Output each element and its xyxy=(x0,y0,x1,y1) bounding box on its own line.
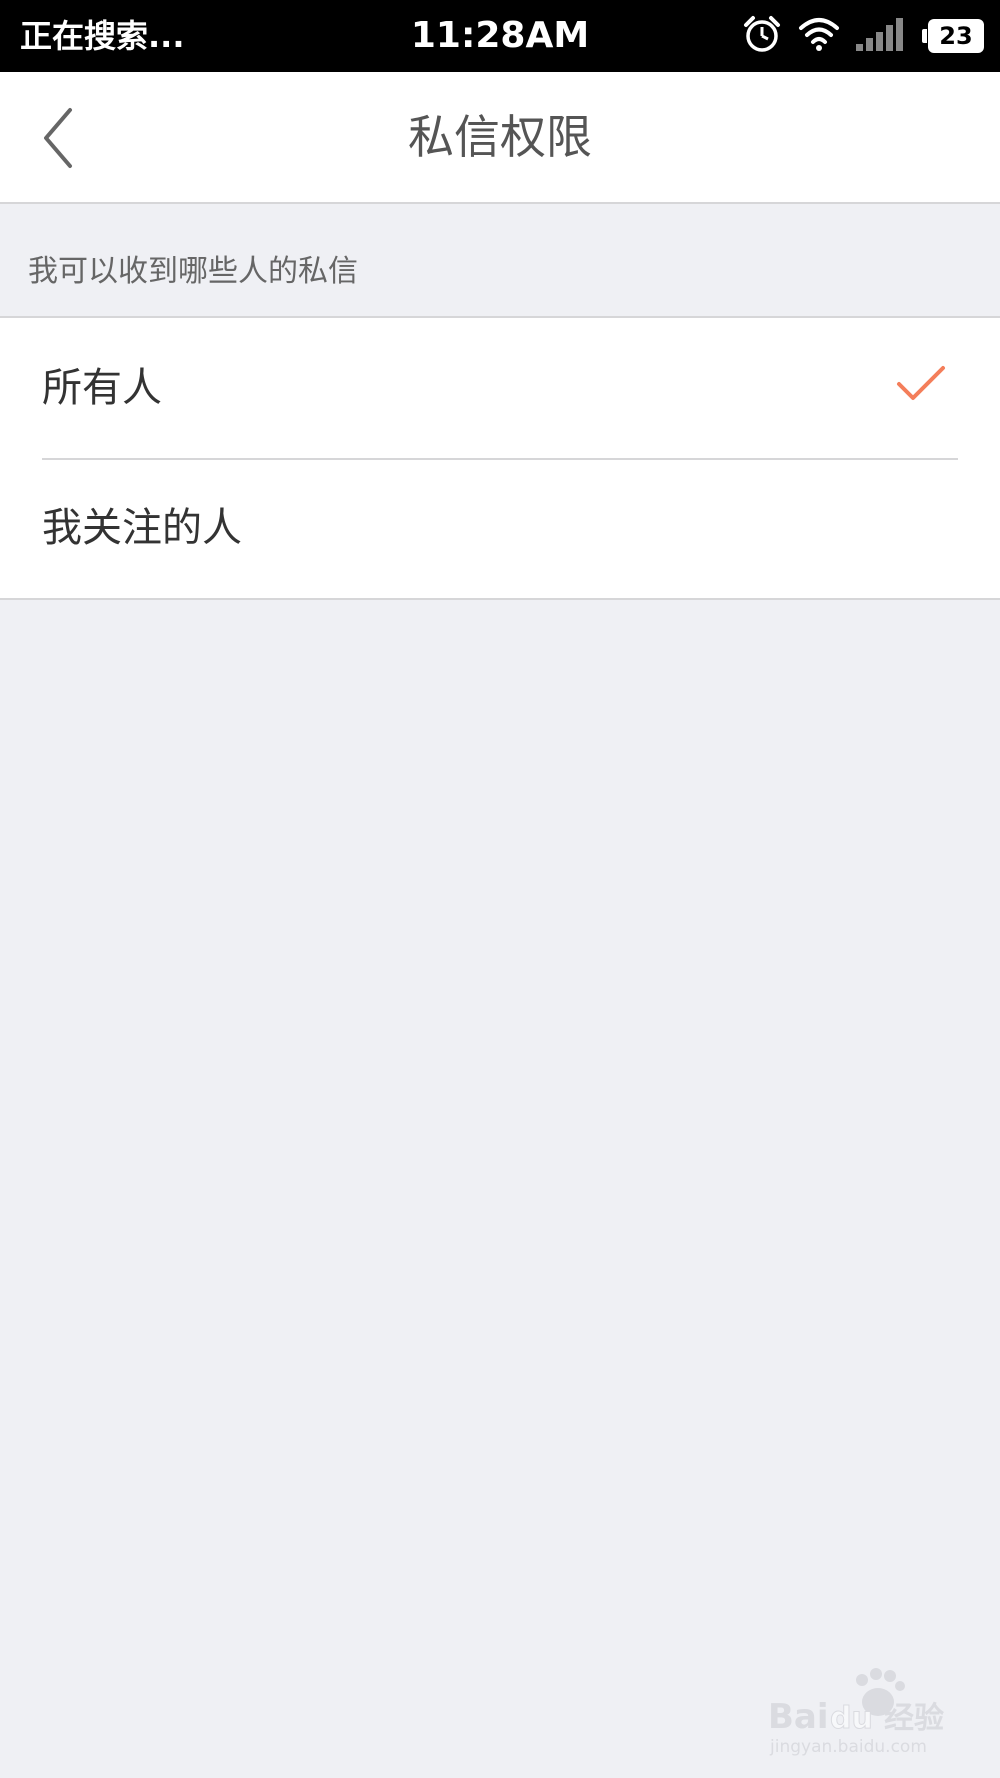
chevron-left-icon xyxy=(30,108,110,182)
svg-text:du: du xyxy=(830,1701,873,1736)
option-label: 所有人 xyxy=(42,365,162,411)
option-everyone[interactable]: 所有人 xyxy=(0,318,1000,458)
signal-icon xyxy=(856,16,908,56)
options-list: 所有人 我关注的人 xyxy=(0,316,1000,600)
status-bar: 正在搜索... 11:28AM 23 xyxy=(0,0,1000,72)
page-title: 私信权限 xyxy=(408,110,592,164)
option-following[interactable]: 我关注的人 xyxy=(0,458,1000,598)
alarm-icon xyxy=(742,14,782,58)
svg-text:Bai: Bai xyxy=(768,1697,829,1737)
wifi-icon xyxy=(798,16,840,56)
svg-text:jingyan.baidu.com: jingyan.baidu.com xyxy=(769,1737,927,1757)
option-label: 我关注的人 xyxy=(42,505,242,551)
section-header: 我可以收到哪些人的私信 xyxy=(28,254,358,289)
baidu-jingyan-watermark: Bai du 经验 jingyan.baidu.com xyxy=(766,1668,966,1758)
svg-text:经验: 经验 xyxy=(884,1701,944,1736)
checkmark-icon xyxy=(896,364,946,404)
battery-icon: 23 xyxy=(922,19,984,53)
status-icons: 23 xyxy=(742,14,984,58)
back-button[interactable] xyxy=(30,98,110,178)
nav-bar: 私信权限 xyxy=(0,72,1000,204)
